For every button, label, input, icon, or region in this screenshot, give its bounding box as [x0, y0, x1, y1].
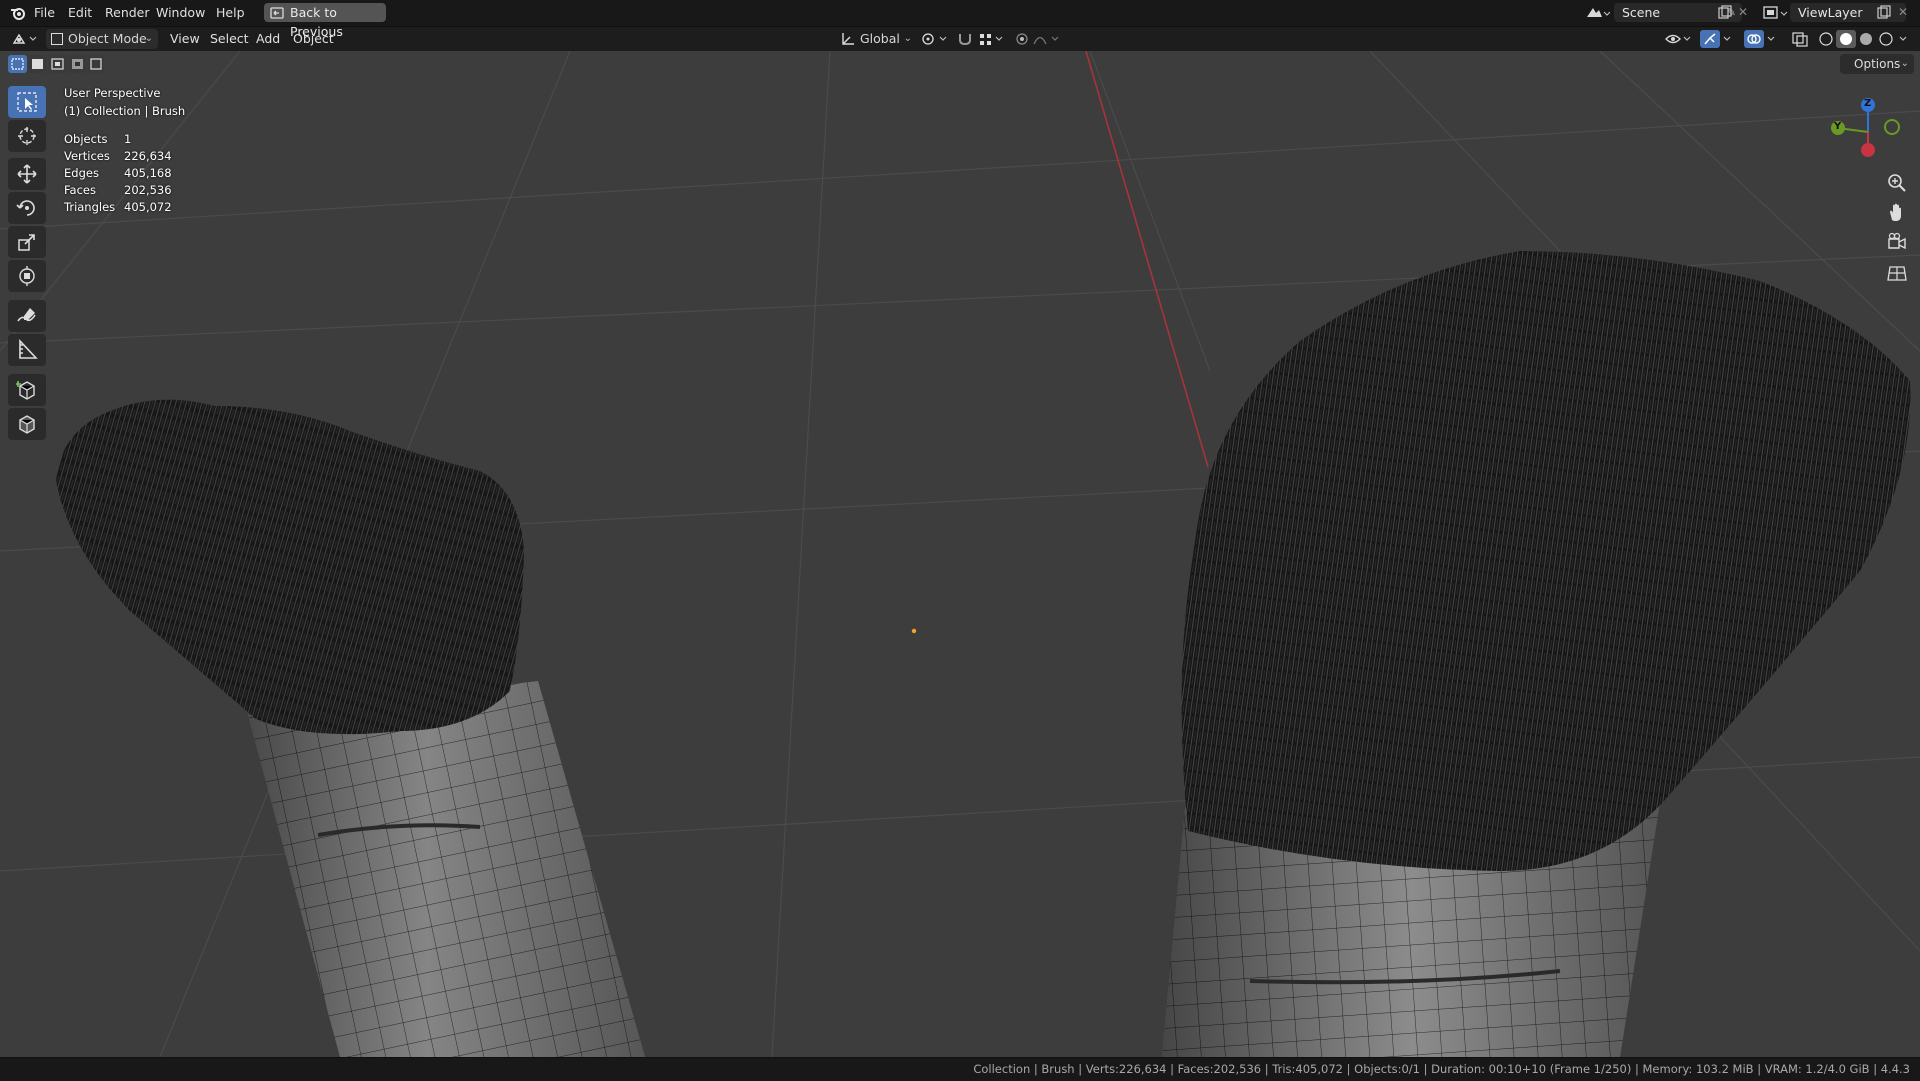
gizmo-toggle-icon[interactable]	[1700, 30, 1736, 48]
orientation-icon	[840, 31, 856, 50]
delete-scene-icon[interactable]: ✕	[1738, 5, 1752, 19]
select-intersect-icon[interactable]	[88, 55, 104, 73]
menu-select[interactable]: Select	[206, 29, 253, 49]
viewport-header: Object Mode ⌄ View Select Add Object Glo…	[0, 27, 1920, 51]
proportional-editing-icon[interactable]	[1014, 31, 1062, 47]
gizmo-y-label: Y	[1834, 121, 1842, 132]
selection-mode-group	[8, 55, 104, 73]
rendered-shading-icon[interactable]	[1876, 30, 1896, 48]
gizmo-z-label: Z	[1864, 98, 1872, 109]
right-brush	[1162, 251, 1911, 1057]
delete-view-layer-icon[interactable]: ✕	[1898, 5, 1912, 19]
stat-value: 1	[124, 132, 132, 146]
scale-tool[interactable]	[8, 226, 46, 258]
zoom-icon[interactable]	[1884, 170, 1910, 196]
perspective-toggle-icon[interactable]	[1884, 260, 1910, 286]
navigation-gizmo[interactable]: Z Y	[1820, 92, 1900, 164]
view-layer-name: ViewLayer	[1798, 5, 1863, 20]
options-label: Options	[1854, 57, 1901, 71]
solid-shading-icon[interactable]	[1836, 30, 1856, 48]
view-layer-browse-icon[interactable]	[1762, 4, 1788, 22]
pivot-point-icon[interactable]	[920, 31, 950, 47]
visibility-selectability-icon[interactable]	[1664, 31, 1694, 47]
stat-label: Triangles	[64, 200, 116, 214]
menu-render[interactable]: Render	[101, 4, 154, 22]
snap-toggle-icon[interactable]	[956, 31, 974, 47]
object-mode-dropdown[interactable]: Object Mode ⌄	[46, 29, 158, 49]
back-icon	[270, 6, 284, 19]
active-object-label: (1) Collection | Brush	[64, 104, 186, 118]
add-object-tool[interactable]	[8, 408, 46, 440]
stat-value: 202,536	[124, 183, 172, 197]
menu-help[interactable]: Help	[212, 4, 249, 22]
x-axis-line	[1085, 51, 1209, 468]
top-menubar: File Edit Render Window Help Back to Pre…	[0, 0, 1920, 39]
menu-view[interactable]: View	[166, 29, 204, 49]
select-box-tool[interactable]	[8, 86, 46, 118]
viewport-scene	[0, 51, 1920, 1057]
stat-label: Objects	[64, 132, 108, 146]
annotate-tool[interactable]	[8, 300, 46, 332]
xray-toggle-icon[interactable]	[1790, 30, 1810, 48]
new-scene-icon[interactable]	[1717, 5, 1733, 21]
stat-value: 226,634	[124, 149, 172, 163]
chevron-down-icon: ⌄	[1900, 58, 1909, 69]
cursor-tool[interactable]	[8, 120, 46, 152]
pan-hand-icon[interactable]	[1884, 200, 1910, 226]
rotate-tool[interactable]	[8, 192, 46, 224]
object-mode-label: Object Mode	[68, 31, 147, 46]
status-info: Collection | Brush | Verts:226,634 | Fac…	[973, 1062, 1910, 1076]
3d-viewport[interactable]	[0, 51, 1920, 1057]
menu-object[interactable]: Object	[289, 29, 338, 49]
chevron-down-icon: ⌄	[144, 33, 153, 44]
transform-orientation-dropdown[interactable]: Global ⌄	[836, 29, 914, 49]
scene-name: Scene	[1622, 5, 1661, 20]
new-view-layer-icon[interactable]	[1876, 5, 1892, 21]
stat-label: Faces	[64, 183, 96, 197]
material-shading-icon[interactable]	[1856, 30, 1876, 48]
status-bar: Collection | Brush | Verts:226,634 | Fac…	[0, 1057, 1920, 1081]
add-cube-tool[interactable]	[8, 374, 46, 406]
blender-logo-icon[interactable]	[9, 4, 27, 22]
menu-file[interactable]: File	[30, 4, 59, 22]
select-new-icon[interactable]	[8, 55, 27, 73]
menu-edit[interactable]: Edit	[64, 4, 96, 22]
object-origin	[911, 628, 917, 634]
wireframe-shading-icon[interactable]	[1816, 30, 1836, 48]
chevron-down-icon: ⌄	[903, 33, 912, 44]
overlays-toggle-icon[interactable]	[1744, 30, 1780, 48]
scene-browse-icon[interactable]	[1584, 4, 1611, 22]
select-extend-icon[interactable]	[28, 55, 47, 73]
viewport-perspective-label: User Perspective	[64, 86, 161, 100]
editor-type-selector[interactable]	[10, 29, 42, 49]
shading-mode-group	[1816, 30, 1912, 48]
stat-value: 405,168	[124, 166, 172, 180]
left-brush	[56, 399, 645, 1057]
select-invert-icon[interactable]	[68, 55, 87, 73]
object-mode-icon	[51, 33, 63, 45]
move-tool[interactable]	[8, 158, 46, 190]
options-dropdown[interactable]: Options ⌄	[1840, 54, 1914, 74]
snap-target-icon[interactable]	[978, 31, 1008, 47]
back-to-previous-button[interactable]: Back to Previous	[264, 3, 386, 39]
orientation-label: Global	[860, 31, 900, 46]
menu-add[interactable]: Add	[252, 29, 284, 49]
transform-tool[interactable]	[8, 260, 46, 292]
select-subtract-icon[interactable]	[48, 55, 67, 73]
stat-label: Edges	[64, 166, 99, 180]
stat-value: 405,072	[124, 200, 172, 214]
measure-tool[interactable]	[8, 334, 46, 366]
stat-label: Vertices	[64, 149, 110, 163]
camera-view-icon[interactable]	[1884, 230, 1910, 256]
menu-window[interactable]: Window	[152, 4, 209, 22]
